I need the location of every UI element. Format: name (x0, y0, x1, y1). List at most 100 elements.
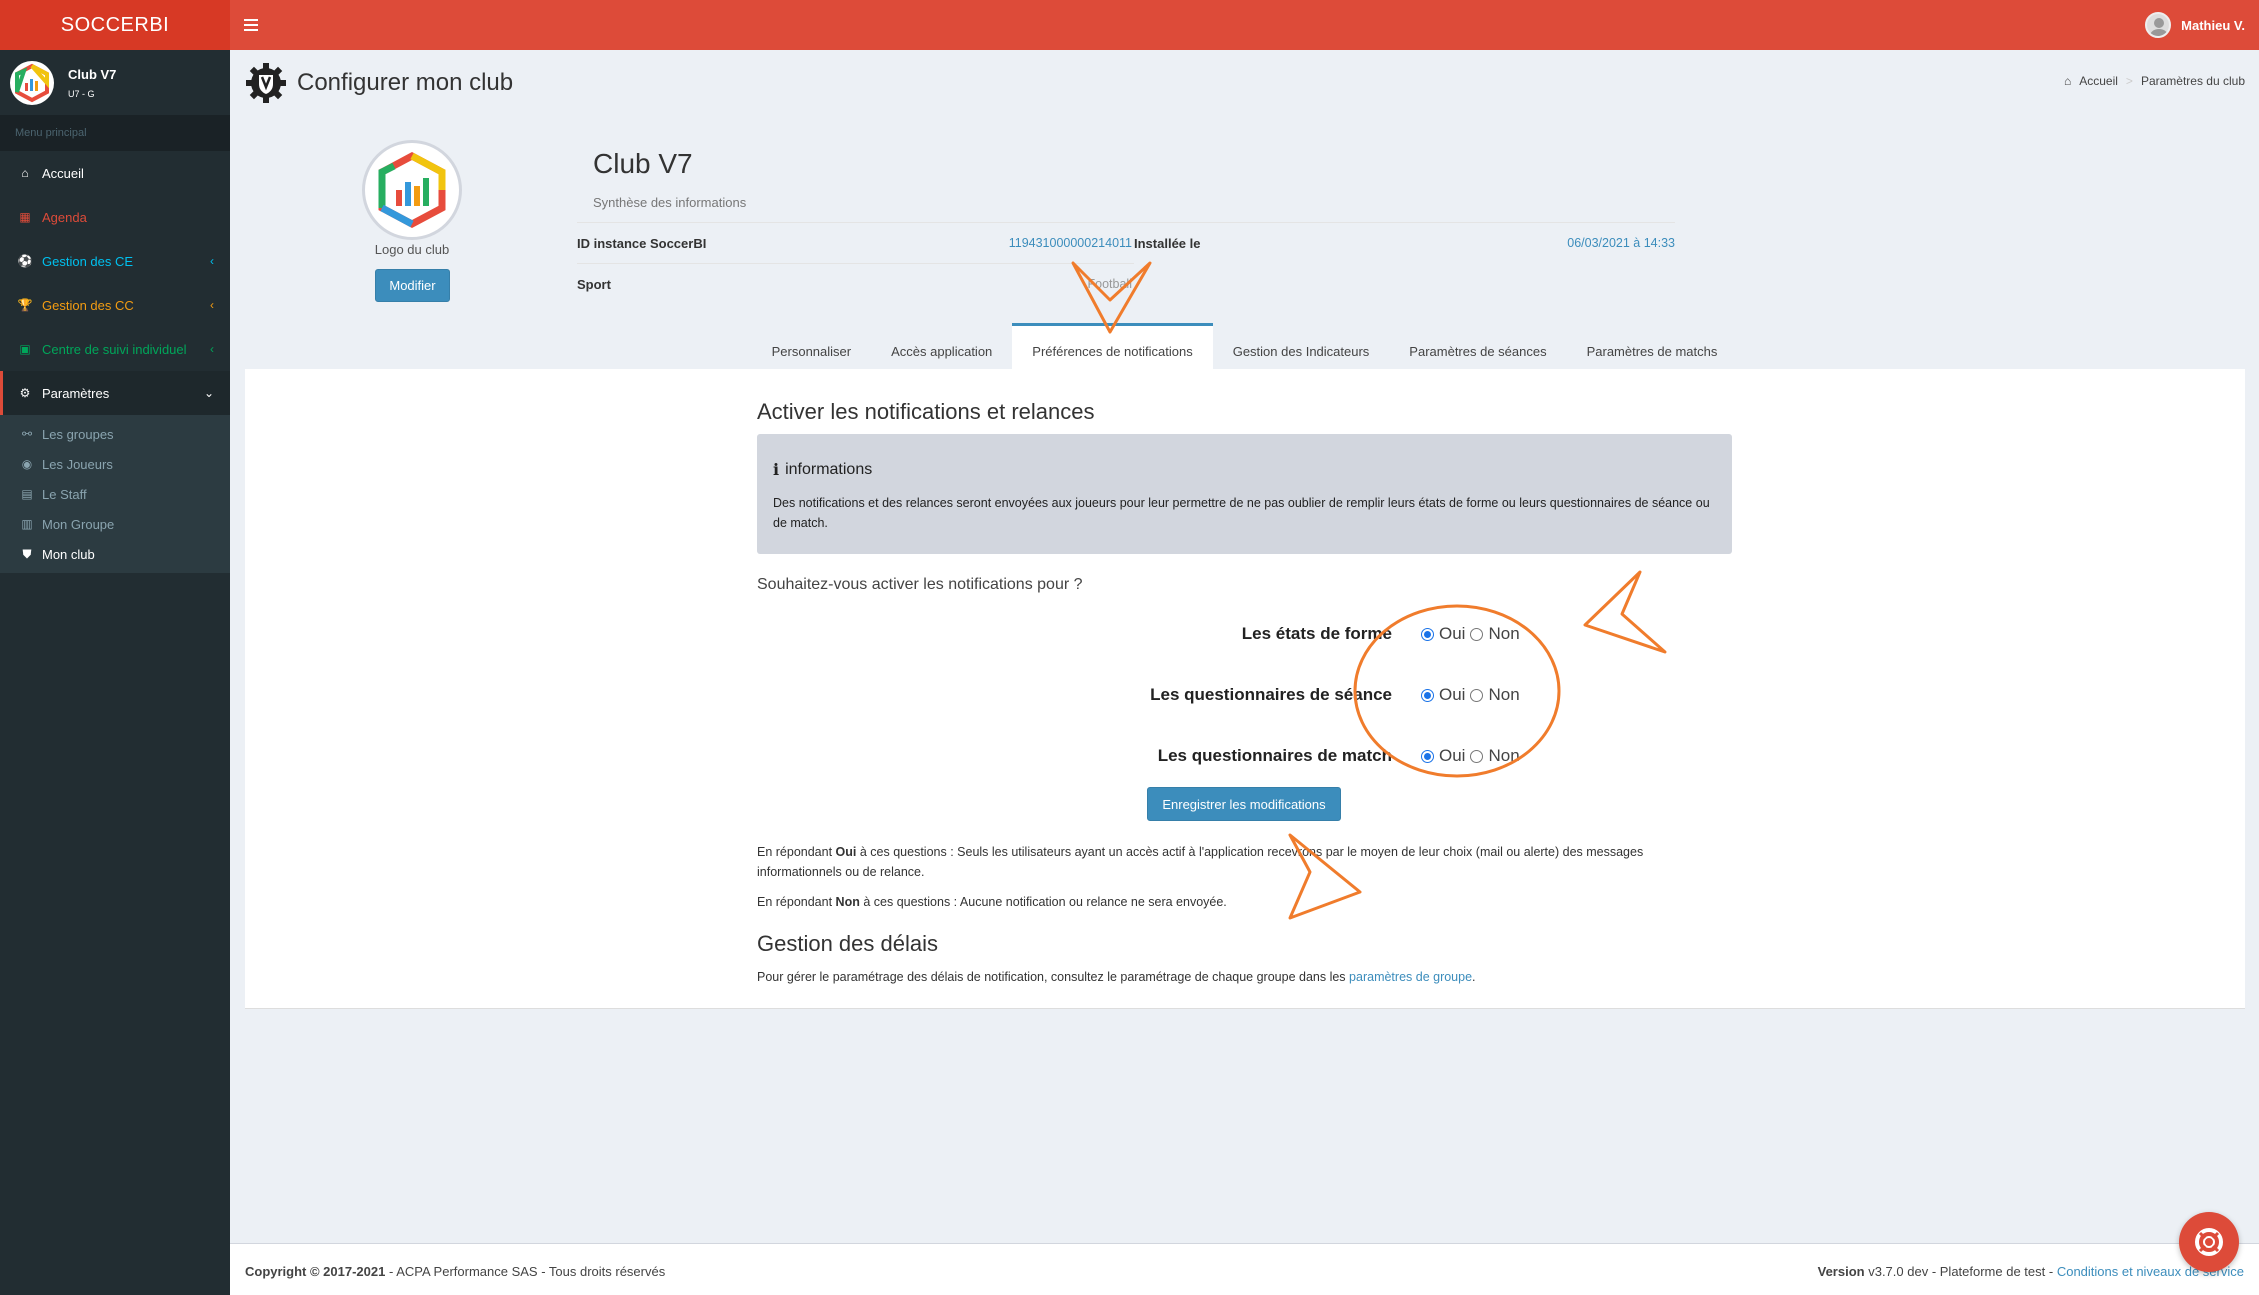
note-text: à ces questions : Seuls les utilisateurs… (757, 845, 1644, 879)
callout-text: Des notifications et des relances seront… (773, 496, 1710, 530)
tab-preferences-notifications[interactable]: Préférences de notifications (1012, 323, 1213, 369)
note-text: à ces questions : Aucune notification ou… (863, 895, 1227, 909)
sidebar-item-gestion-cc[interactable]: 🏆 Gestion des CC ‹ (0, 283, 230, 327)
sport-value: Football (1087, 277, 1132, 291)
tab-label: Paramètres de séances (1409, 344, 1547, 359)
radio-non-questionnaires-match[interactable] (1470, 749, 1484, 763)
club-settings-icon (246, 63, 286, 103)
tab-gestion-indicateurs[interactable]: Gestion des Indicateurs (1213, 323, 1390, 369)
club-synthesis-subtitle: Synthèse des informations (593, 195, 747, 210)
brand-logo[interactable]: SOCCERBI (0, 0, 230, 50)
sidebar-subitem-label: Mon club (42, 546, 95, 562)
info-callout: i informations Des notifications et des … (757, 434, 1732, 554)
user-name: Mathieu V. (2181, 17, 2245, 33)
trophy-icon: 🏆 (17, 298, 33, 312)
radio-non-questionnaires-seance[interactable] (1470, 688, 1484, 702)
sidebar-item-gestion-ce[interactable]: ⚽ Gestion des CE ‹ (0, 239, 230, 283)
radio-label-oui: Oui (1439, 624, 1466, 643)
id-label: ID instance SoccerBI (577, 235, 707, 251)
logo-label: Logo du club (374, 242, 450, 257)
parametres-submenu: ⚯ Les groupes ◉ Les Joueurs ▤ Le Staff ▥… (0, 415, 230, 573)
home-icon: ⌂ (2063, 74, 2072, 88)
radio-row-label: Les questionnaires de séance (1150, 685, 1392, 704)
sidebar-item-agenda[interactable]: ▦ Agenda (0, 195, 230, 239)
sidebar-subitem-groupes[interactable]: ⚯ Les groupes (0, 419, 230, 449)
sidebar-item-label: Agenda (42, 209, 87, 225)
save-button[interactable]: Enregistrer les modifications (1147, 787, 1341, 821)
sidebar-item-accueil[interactable]: ⌂ Accueil (0, 151, 230, 195)
radio-oui-etats-forme[interactable] (1421, 627, 1434, 641)
tab-label: Préférences de notifications (1032, 344, 1193, 359)
sidebar-item-suivi-individuel[interactable]: ▣ Centre de suivi individuel ‹ (0, 327, 230, 371)
sidebar-subitem-label: Les groupes (42, 426, 114, 442)
address-card-icon: ▤ (21, 487, 33, 501)
menu-toggle-icon[interactable] (244, 14, 266, 36)
note-prefix: En répondant (757, 845, 833, 859)
soccer-ball-icon: ⚽ (17, 254, 33, 268)
settings-tabs: Personnaliser Accès application Préféren… (230, 323, 2259, 369)
breadcrumb-separator: > (2125, 74, 2133, 88)
installed-label: Installée le (1134, 235, 1201, 251)
sidebar-subitem-joueurs[interactable]: ◉ Les Joueurs (0, 449, 230, 479)
sidebar-subitem-staff[interactable]: ▤ Le Staff (0, 479, 230, 509)
sidebar-item-parametres[interactable]: ⚙ Paramètres ⌄ (0, 371, 230, 415)
radio-oui-questionnaires-seance[interactable] (1421, 688, 1434, 702)
radio-row-questionnaires-match: Les questionnaires de match Oui Non (757, 744, 1732, 770)
help-lifebuoy-button[interactable] (2179, 1212, 2239, 1272)
radio-row-label: Les questionnaires de match (1157, 746, 1392, 765)
home-icon: ⌂ (21, 166, 29, 180)
radio-options: Oui Non (1421, 685, 1520, 705)
tab-parametres-seances[interactable]: Paramètres de séances (1389, 323, 1566, 369)
notifications-question: Souhaitez-vous activer les notifications… (757, 576, 1083, 593)
radio-row-label: Les états de forme (1241, 624, 1392, 643)
menu-header: Menu principal (0, 115, 230, 151)
sport-label: Sport (577, 276, 611, 292)
callout-title: i informations (773, 460, 1716, 479)
shield-icon: ⛊ (22, 546, 32, 561)
page-title: Configurer mon club (297, 69, 514, 96)
sidebar-item-label: Accueil (42, 165, 84, 181)
radio-oui-questionnaires-match[interactable] (1421, 749, 1434, 763)
note-strong: Oui (835, 845, 857, 859)
chevron-down-icon: ⌄ (203, 386, 214, 400)
sidebar-subitem-mon-club[interactable]: ⛊ Mon club (0, 539, 230, 569)
user-menu[interactable]: Mathieu V. (2145, 12, 2245, 38)
note-prefix: En répondant (757, 895, 833, 909)
chart-file-icon: ▥ (21, 517, 33, 531)
club-logo-icon (15, 63, 49, 102)
group-settings-link[interactable]: paramètres de groupe (1349, 970, 1472, 984)
chevron-left-icon: ‹ (210, 254, 214, 268)
radio-row-etats-forme: Les états de forme Oui Non (757, 622, 1732, 648)
breadcrumb-home[interactable]: Accueil (2079, 74, 2118, 88)
tab-personnaliser[interactable]: Personnaliser (752, 323, 872, 369)
modify-logo-button[interactable]: Modifier (375, 269, 450, 302)
tab-label: Personnaliser (771, 344, 852, 359)
lifebuoy-icon (2195, 1228, 2223, 1256)
sidebar-subitem-mon-groupe[interactable]: ▥ Mon Groupe (0, 509, 230, 539)
chevron-left-icon: ‹ (210, 342, 214, 356)
callout-title-text: informations (785, 460, 873, 478)
radio-non-etats-forme[interactable] (1470, 627, 1484, 641)
delays-text: Pour gérer le paramétrage des délais de … (757, 967, 1697, 987)
copyright-strong: Copyright © 2017-2021 (245, 1264, 386, 1279)
sidebar-item-label: Gestion des CC (42, 297, 134, 313)
radio-options: Oui Non (1421, 746, 1520, 766)
copyright-company: - ACPA Performance SAS - Tous droits rés… (388, 1264, 666, 1279)
radio-label-oui: Oui (1439, 685, 1466, 704)
installed-value: 06/03/2021 à 14:33 (1567, 236, 1675, 250)
content-header: Configurer mon club (245, 62, 513, 104)
tab-acces-application[interactable]: Accès application (871, 323, 1012, 369)
footer-copyright: Copyright © 2017-2021 - ACPA Performance… (245, 1264, 665, 1279)
radio-options: Oui Non (1421, 624, 1520, 644)
breadcrumb-current: Paramètres du club (2140, 74, 2245, 88)
tab-parametres-matchs[interactable]: Paramètres de matchs (1567, 323, 1738, 369)
calendar-icon: ▦ (19, 210, 31, 224)
sidebar-subitem-label: Le Staff (42, 486, 87, 502)
club-panel: Club V7 U7 - G (0, 50, 230, 115)
footer-version: Version v3.7.0 dev - Plateforme de test … (1818, 1264, 2244, 1279)
club-avatar (10, 60, 54, 105)
id-card-icon: ▣ (19, 342, 31, 356)
radio-label-non: Non (1488, 746, 1520, 765)
sidebar-item-label: Paramètres (42, 385, 110, 401)
club-title: Club V7 (593, 148, 693, 179)
